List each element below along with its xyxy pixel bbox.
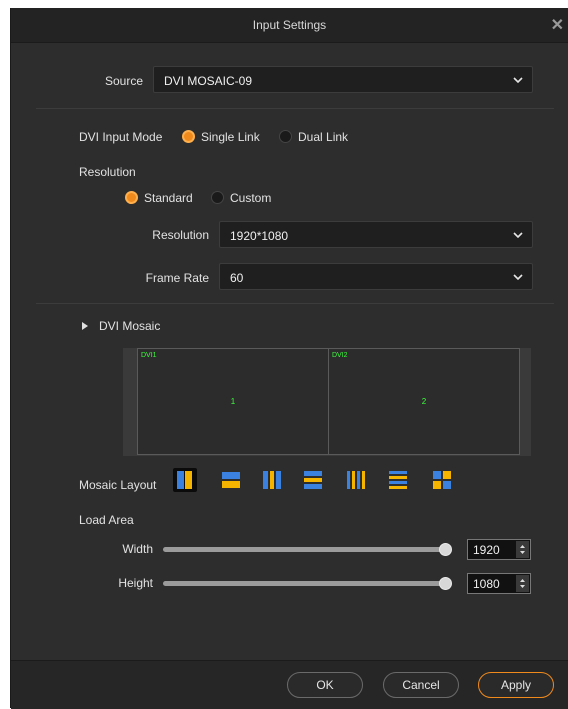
layout-4-columns-button[interactable] — [344, 468, 368, 492]
resolution-heading: Resolution — [79, 165, 136, 179]
layout-2-columns-button[interactable] — [173, 468, 197, 492]
cell-tag: DVI1 — [141, 352, 157, 359]
expand-triangle-icon[interactable] — [81, 321, 89, 331]
layout-2x2-grid-icon — [433, 471, 451, 489]
width-value: 1920 — [473, 543, 500, 557]
frame-rate-label: Frame Rate — [145, 271, 209, 285]
frame-rate-dropdown[interactable]: 60 — [219, 263, 533, 290]
title-bar: Input Settings ✕ — [11, 8, 568, 43]
mosaic-cell-1[interactable]: DVI1 1 — [137, 348, 329, 455]
cancel-button[interactable]: Cancel — [383, 672, 459, 698]
dual-link-label[interactable]: Dual Link — [298, 130, 348, 144]
standard-radio[interactable] — [125, 191, 138, 204]
height-value: 1080 — [473, 577, 500, 591]
layout-4-columns-icon — [347, 471, 365, 489]
source-value: DVI MOSAIC-09 — [164, 74, 253, 88]
width-label: Width — [122, 542, 153, 556]
height-stepper-arrows[interactable] — [516, 575, 529, 592]
layout-3-columns-button[interactable] — [260, 468, 284, 492]
layout-3-columns-icon — [263, 471, 281, 489]
layout-2-rows-button[interactable] — [219, 468, 243, 492]
close-icon[interactable]: ✕ — [551, 15, 564, 35]
height-slider-handle[interactable] — [439, 577, 452, 590]
height-slider[interactable] — [163, 581, 443, 586]
single-link-radio[interactable] — [182, 130, 195, 143]
ok-button[interactable]: OK — [287, 672, 363, 698]
input-settings-dialog: Input Settings ✕ Source DVI MOSAIC-09 DV… — [10, 8, 568, 709]
layout-4-rows-button[interactable] — [386, 468, 410, 492]
stepper-arrows-icon — [520, 545, 525, 554]
dvi-input-mode-label: DVI Input Mode — [79, 130, 163, 144]
width-spinbox[interactable]: 1920 — [467, 539, 531, 560]
mosaic-preview: DVI1 1 DVI2 2 — [123, 348, 531, 456]
width-slider-handle[interactable] — [439, 543, 452, 556]
custom-label[interactable]: Custom — [230, 191, 271, 205]
divider — [36, 108, 554, 109]
layout-2-columns-icon — [177, 471, 192, 489]
layout-3-rows-button[interactable] — [301, 468, 325, 492]
mosaic-cell-2[interactable]: DVI2 2 — [328, 348, 520, 455]
height-label: Height — [118, 576, 153, 590]
apply-button[interactable]: Apply — [478, 672, 554, 698]
chevron-down-icon — [513, 77, 523, 84]
source-dropdown[interactable]: DVI MOSAIC-09 — [153, 66, 533, 93]
divider — [36, 303, 554, 304]
cell-tag: DVI2 — [332, 352, 348, 359]
chevron-down-icon — [513, 274, 523, 281]
custom-radio[interactable] — [211, 191, 224, 204]
width-slider[interactable] — [163, 547, 443, 552]
dual-link-radio[interactable] — [279, 130, 292, 143]
source-label: Source — [104, 74, 143, 88]
resolution-value: 1920*1080 — [230, 229, 289, 243]
width-stepper-arrows[interactable] — [516, 541, 529, 558]
chevron-down-icon — [513, 232, 523, 239]
single-link-label[interactable]: Single Link — [201, 130, 260, 144]
layout-2-rows-icon — [222, 472, 240, 488]
load-area-heading: Load Area — [79, 513, 134, 527]
standard-label[interactable]: Standard — [144, 191, 193, 205]
mosaic-layout-label: Mosaic Layout — [79, 478, 157, 492]
layout-3-rows-icon — [304, 471, 322, 489]
layout-4-rows-icon — [389, 471, 407, 489]
stepper-arrows-icon — [520, 579, 525, 588]
cell-number: 1 — [230, 397, 236, 406]
resolution-label: Resolution — [152, 228, 209, 242]
cell-number: 2 — [421, 397, 427, 406]
resolution-dropdown[interactable]: 1920*1080 — [219, 221, 533, 248]
height-spinbox[interactable]: 1080 — [467, 573, 531, 594]
frame-rate-value: 60 — [230, 271, 244, 285]
dvi-mosaic-heading[interactable]: DVI Mosaic — [99, 319, 160, 333]
layout-2x2-grid-button[interactable] — [430, 468, 454, 492]
dialog-title: Input Settings — [252, 18, 327, 32]
